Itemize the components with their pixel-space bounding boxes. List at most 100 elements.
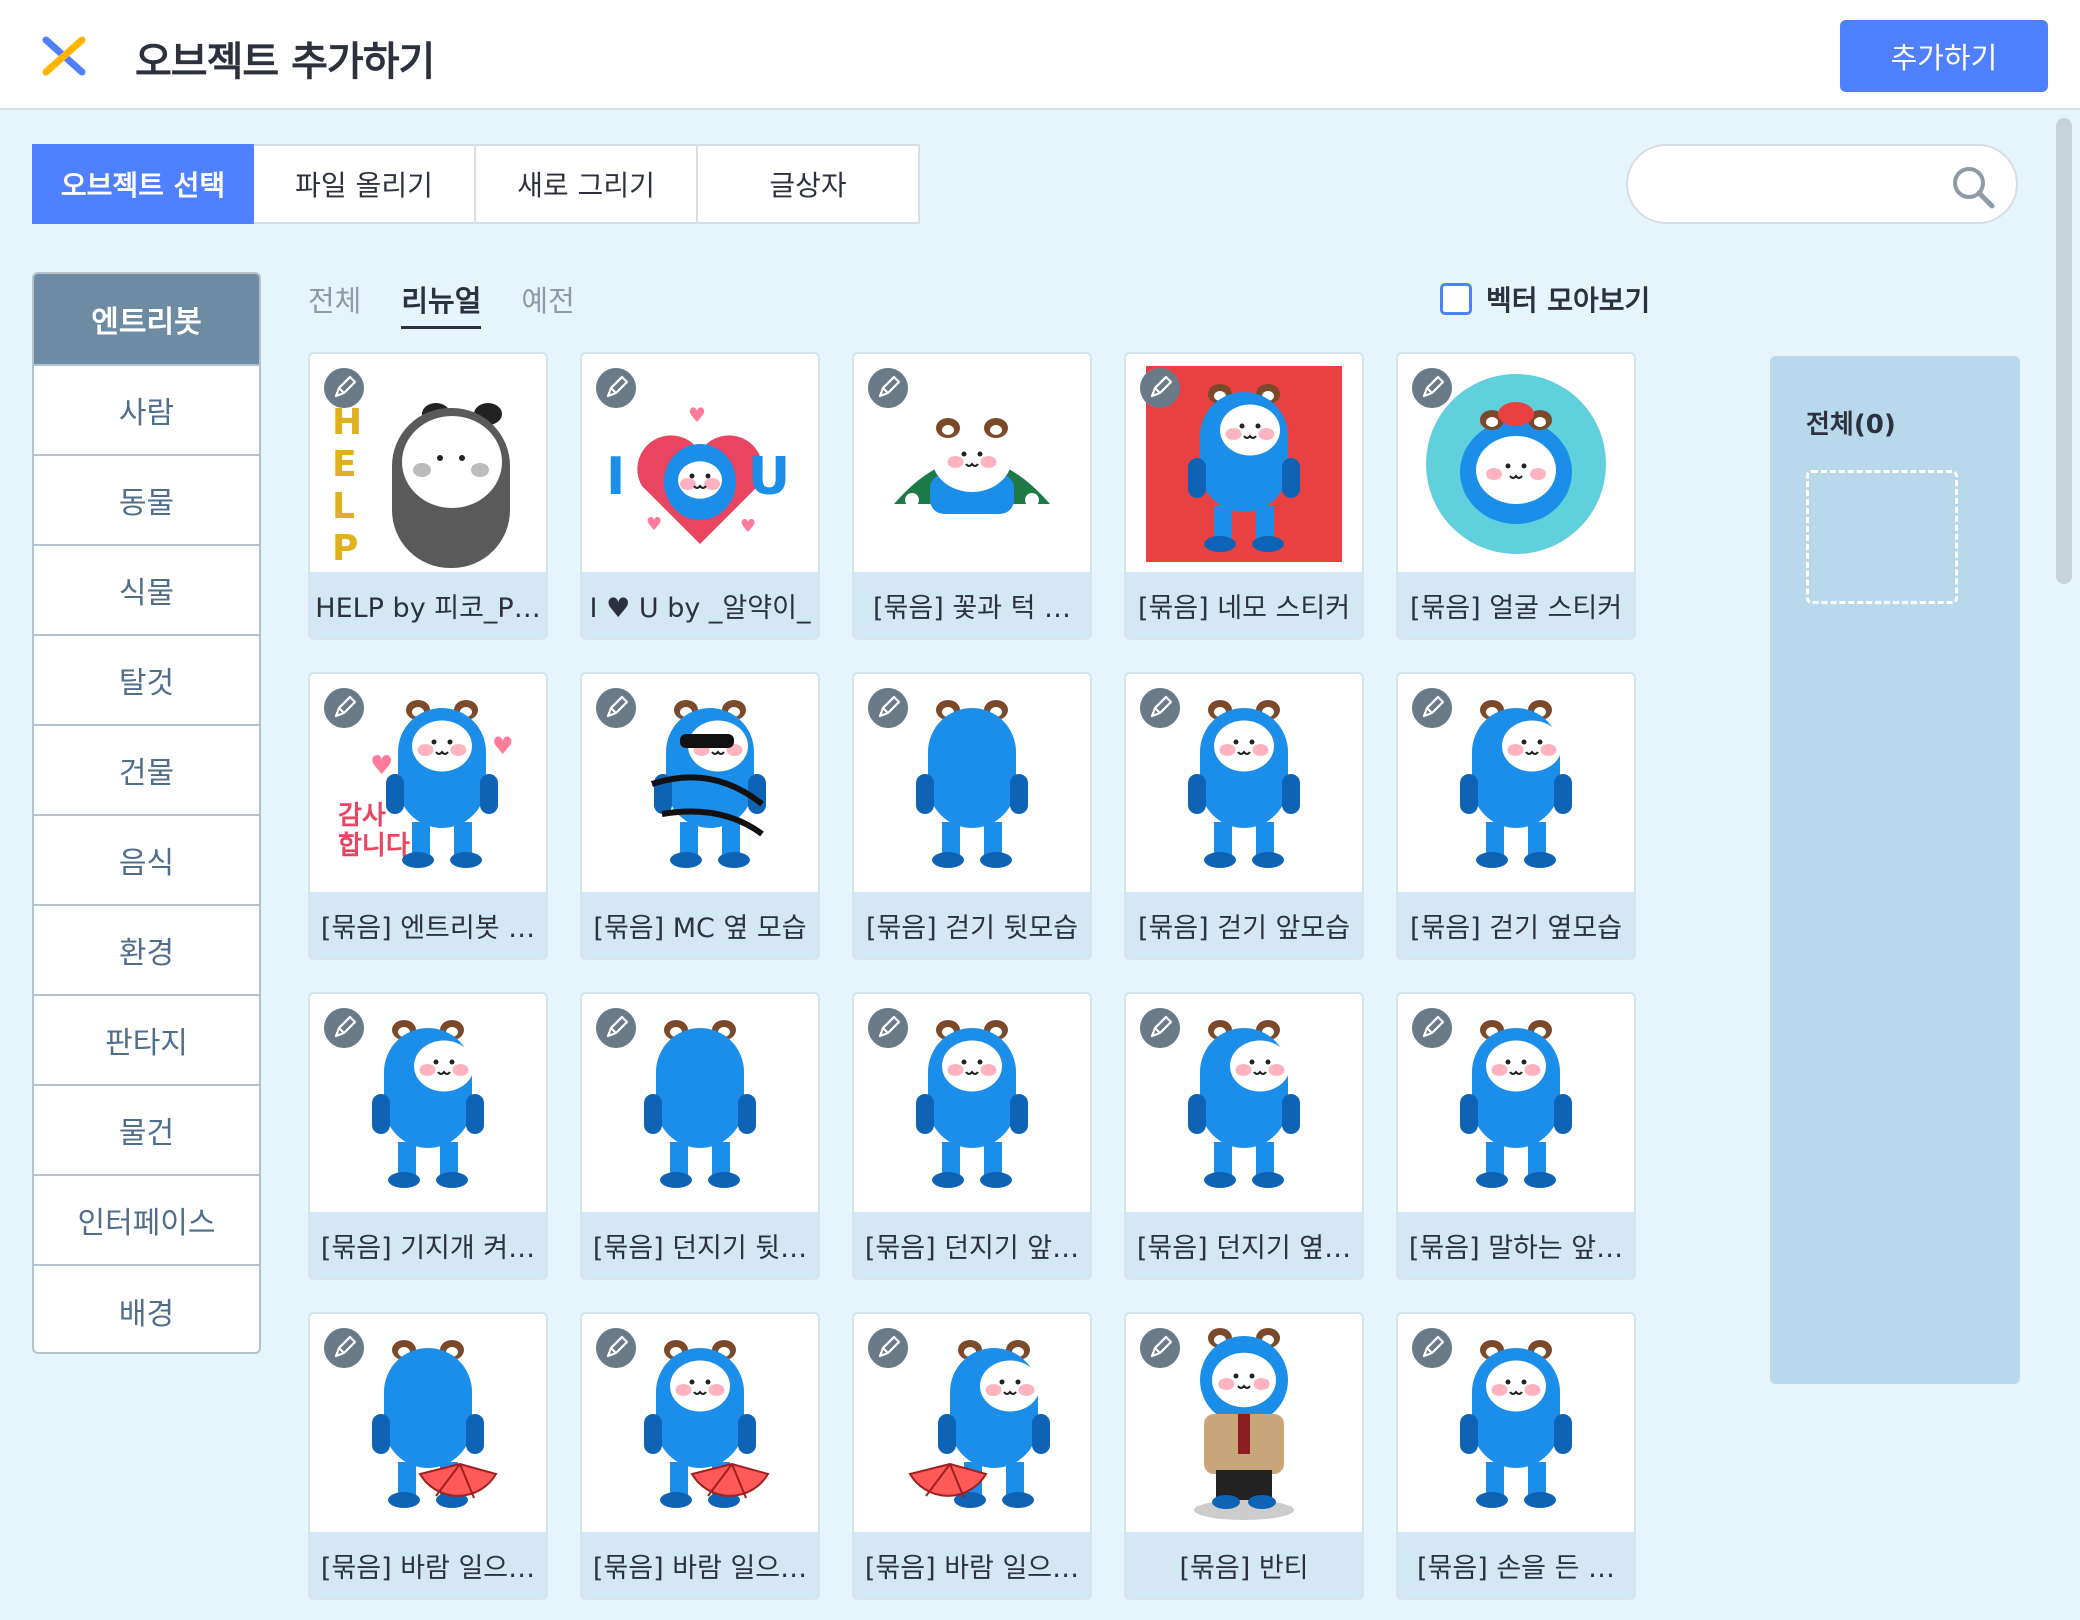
category-buildings[interactable]: 건물 (34, 726, 259, 816)
object-card[interactable]: [묶음] 얼굴 스티커 (1396, 352, 1636, 640)
object-card[interactable]: [묶음] 꽃과 턱 … (852, 352, 1092, 640)
edit-pen-icon[interactable] (596, 1008, 636, 1048)
edit-pen-icon[interactable] (1412, 1328, 1452, 1368)
object-card[interactable]: [묶음] 말하는 앞… (1396, 992, 1636, 1280)
object-card-label: [묶음] 말하는 앞… (1398, 1212, 1634, 1278)
search-icon[interactable] (1950, 164, 1996, 210)
category-interface[interactable]: 인터페이스 (34, 1176, 259, 1266)
vector-label: 벡터 모아보기 (1486, 284, 1651, 317)
edit-pen-icon[interactable] (324, 1328, 364, 1368)
subtab-all[interactable]: 전체 (308, 278, 361, 329)
selected-drop-slot (1806, 470, 1958, 604)
svg-text:P: P (332, 528, 358, 569)
object-card-label: I ♥ U by _알약이_ (582, 572, 818, 638)
edit-pen-icon[interactable] (324, 368, 364, 408)
edit-pen-icon[interactable] (324, 1008, 364, 1048)
svg-text:H: H (332, 402, 362, 443)
edit-pen-icon[interactable] (324, 688, 364, 728)
svg-text:♥: ♥ (492, 732, 514, 760)
category-plants[interactable]: 식물 (34, 546, 259, 636)
svg-text:L: L (332, 486, 355, 527)
object-card-label: [묶음] 네모 스티커 (1126, 572, 1362, 638)
object-card[interactable]: [묶음] 걷기 앞모습 (1124, 672, 1364, 960)
close-icon[interactable] (40, 34, 88, 78)
tab-file-upload[interactable]: 파일 올리기 (254, 144, 476, 224)
edit-pen-icon[interactable] (596, 1328, 636, 1368)
tab-object-select[interactable]: 오브젝트 선택 (32, 144, 254, 224)
object-card[interactable]: H E L P HELP by 피코_P… (308, 352, 548, 640)
edit-pen-icon[interactable] (1412, 368, 1452, 408)
object-card[interactable]: [묶음] 바람 일으… (580, 1312, 820, 1600)
object-card-label: [묶음] 엔트리봇 … (310, 892, 546, 958)
object-card-label: HELP by 피코_P… (310, 572, 546, 638)
category-food[interactable]: 음식 (34, 816, 259, 906)
tab-new-drawing[interactable]: 새로 그리기 (476, 144, 698, 224)
edit-pen-icon[interactable] (868, 1328, 908, 1368)
edit-pen-icon[interactable] (1140, 1328, 1180, 1368)
object-card-label: [묶음] 꽃과 턱 … (854, 572, 1090, 638)
edit-pen-icon[interactable] (1412, 1008, 1452, 1048)
svg-text:감사: 감사 (338, 801, 386, 831)
object-card[interactable]: 감사 합니다 ♥ ♥ [묶음] 엔트리봇 … (308, 672, 548, 960)
category-fantasy[interactable]: 판타지 (34, 996, 259, 1086)
object-card[interactable]: [묶음] 던지기 뒷… (580, 992, 820, 1280)
object-card[interactable]: [묶음] 던지기 옆… (1124, 992, 1364, 1280)
selected-objects-panel: 전체(0) (1770, 356, 2020, 1384)
object-card-label: [묶음] 걷기 앞모습 (1126, 892, 1362, 958)
scrollbar[interactable] (2054, 118, 2074, 1618)
subtab-old[interactable]: 예전 (521, 278, 574, 329)
category-environment[interactable]: 환경 (34, 906, 259, 996)
object-card-label: [묶음] 바람 일으… (582, 1532, 818, 1598)
edit-pen-icon[interactable] (596, 688, 636, 728)
object-card[interactable]: [묶음] 걷기 뒷모습 (852, 672, 1092, 960)
tab-textbox[interactable]: 글상자 (698, 144, 920, 224)
edit-pen-icon[interactable] (1140, 368, 1180, 408)
edit-pen-icon[interactable] (1140, 688, 1180, 728)
svg-text:♥: ♥ (740, 516, 756, 537)
scroll-thumb[interactable] (2056, 118, 2072, 584)
object-card[interactable]: [묶음] 걷기 옆모습 (1396, 672, 1636, 960)
object-card-label: [묶음] 던지기 옆… (1126, 1212, 1362, 1278)
object-card-label: [묶음] 바람 일으… (854, 1532, 1090, 1598)
edit-pen-icon[interactable] (1140, 1008, 1180, 1048)
edit-pen-icon[interactable] (868, 688, 908, 728)
object-card-label: [묶음] 던지기 뒷… (582, 1212, 818, 1278)
object-card-label: [묶음] 반티 (1126, 1532, 1362, 1598)
object-card[interactable]: [묶음] 바람 일으… (852, 1312, 1092, 1600)
object-card-label: [묶음] 던지기 앞… (854, 1212, 1090, 1278)
add-button[interactable]: 추가하기 (1840, 20, 2048, 92)
page-title: 오브젝트 추가하기 (135, 39, 435, 85)
svg-text:♥: ♥ (646, 514, 662, 535)
object-card[interactable]: [묶음] 손을 든 … (1396, 1312, 1636, 1600)
object-card-label: [묶음] MC 옆 모습 (582, 892, 818, 958)
svg-text:합니다: 합니다 (338, 831, 410, 861)
object-card[interactable]: [묶음] 던지기 앞… (852, 992, 1092, 1280)
object-card[interactable]: [묶음] 기지개 켜… (308, 992, 548, 1280)
object-card-label: [묶음] 손을 든 … (1398, 1532, 1634, 1598)
svg-text:U: U (748, 447, 790, 507)
object-card[interactable]: I U ♥ ♥ ♥ I ♥ U by _알약이_ (580, 352, 820, 640)
category-things[interactable]: 물건 (34, 1086, 259, 1176)
category-people[interactable]: 사람 (34, 366, 259, 456)
object-card[interactable]: [묶음] 바람 일으… (308, 1312, 548, 1600)
edit-pen-icon[interactable] (1412, 688, 1452, 728)
subtab-renewal[interactable]: 리뉴얼 (401, 278, 482, 329)
object-card[interactable]: [묶음] MC 옆 모습 (580, 672, 820, 960)
category-background[interactable]: 배경 (34, 1266, 259, 1352)
category-vehicles[interactable]: 탈것 (34, 636, 259, 726)
header-bar: 오브젝트 추가하기 추가하기 (0, 0, 2080, 110)
edit-pen-icon[interactable] (868, 368, 908, 408)
category-entrybot[interactable]: 엔트리봇 (34, 274, 259, 366)
object-card[interactable]: [묶음] 네모 스티커 (1124, 352, 1364, 640)
vector-toggle[interactable]: 벡터 모아보기 (1440, 279, 1650, 319)
vector-checkbox[interactable] (1440, 283, 1472, 315)
object-card-label: [묶음] 걷기 옆모습 (1398, 892, 1634, 958)
search-input[interactable] (1658, 162, 1948, 208)
edit-pen-icon[interactable] (868, 1008, 908, 1048)
object-card[interactable]: [묶음] 반티 (1124, 1312, 1364, 1600)
edit-pen-icon[interactable] (596, 368, 636, 408)
selected-count-title: 전체(0) (1806, 410, 1896, 440)
category-animals[interactable]: 동물 (34, 456, 259, 546)
search-box (1626, 144, 2018, 224)
category-list: 엔트리봇 사람 동물 식물 탈것 건물 음식 환경 판타지 물건 인터페이스 배… (32, 272, 261, 1354)
